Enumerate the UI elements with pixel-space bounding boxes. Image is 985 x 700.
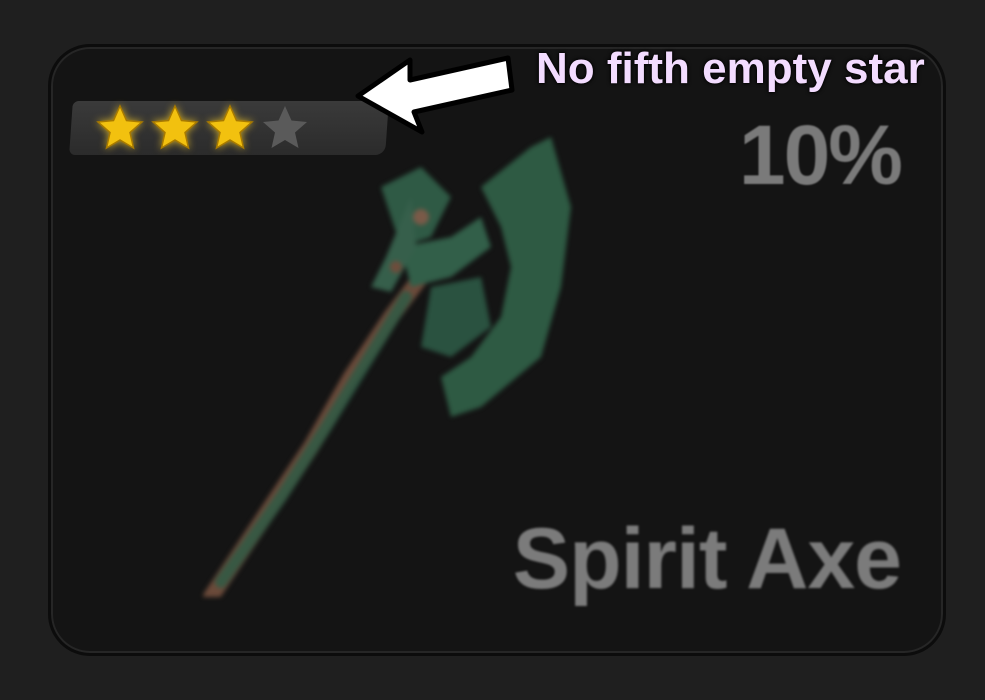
drop-chance-label: 10% — [738, 108, 903, 202]
star-filled-icon — [96, 104, 144, 150]
item-name-label: Spirit Axe — [512, 511, 902, 607]
annotation-label: No fifth empty star — [536, 44, 925, 93]
arrow-left-icon — [355, 55, 515, 135]
screenshot-stage: 10% Spirit Axe No fifth empty star — [0, 0, 985, 700]
